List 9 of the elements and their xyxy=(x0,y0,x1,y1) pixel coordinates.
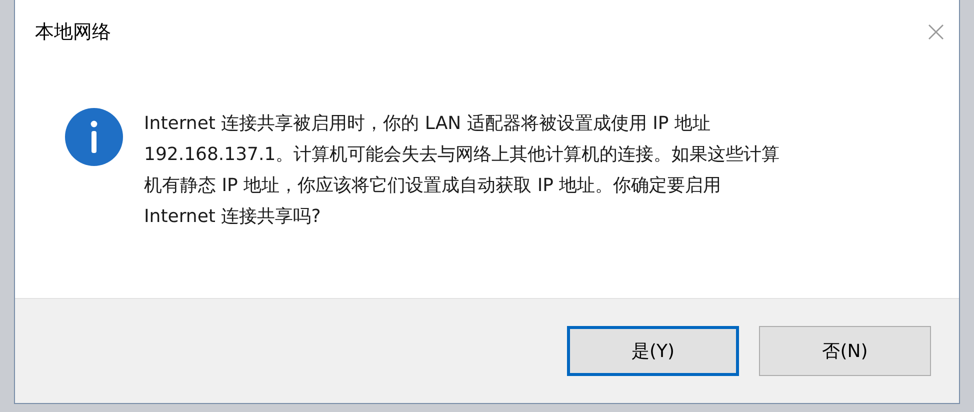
info-icon xyxy=(65,108,123,166)
message-line: 机有静态 IP 地址，你应该将它们设置成自动获取 IP 地址。你确定要启用 xyxy=(144,174,722,198)
message-line: Internet 连接共享被启用时，你的 LAN 适配器将被设置成使用 IP 地址 xyxy=(144,112,712,136)
dialog-button[interactable]: 是(Y) xyxy=(567,326,739,376)
dialog-button[interactable]: 否(N) xyxy=(759,326,931,376)
message-line: Internet 连接共享吗? xyxy=(144,205,322,229)
close-icon[interactable] xyxy=(927,23,945,41)
window-title: 本地网络 xyxy=(35,20,111,45)
message-line: 192.168.137.1。计算机可能会失去与网络上其他计算机的连接。如果这些计算 xyxy=(144,143,780,167)
